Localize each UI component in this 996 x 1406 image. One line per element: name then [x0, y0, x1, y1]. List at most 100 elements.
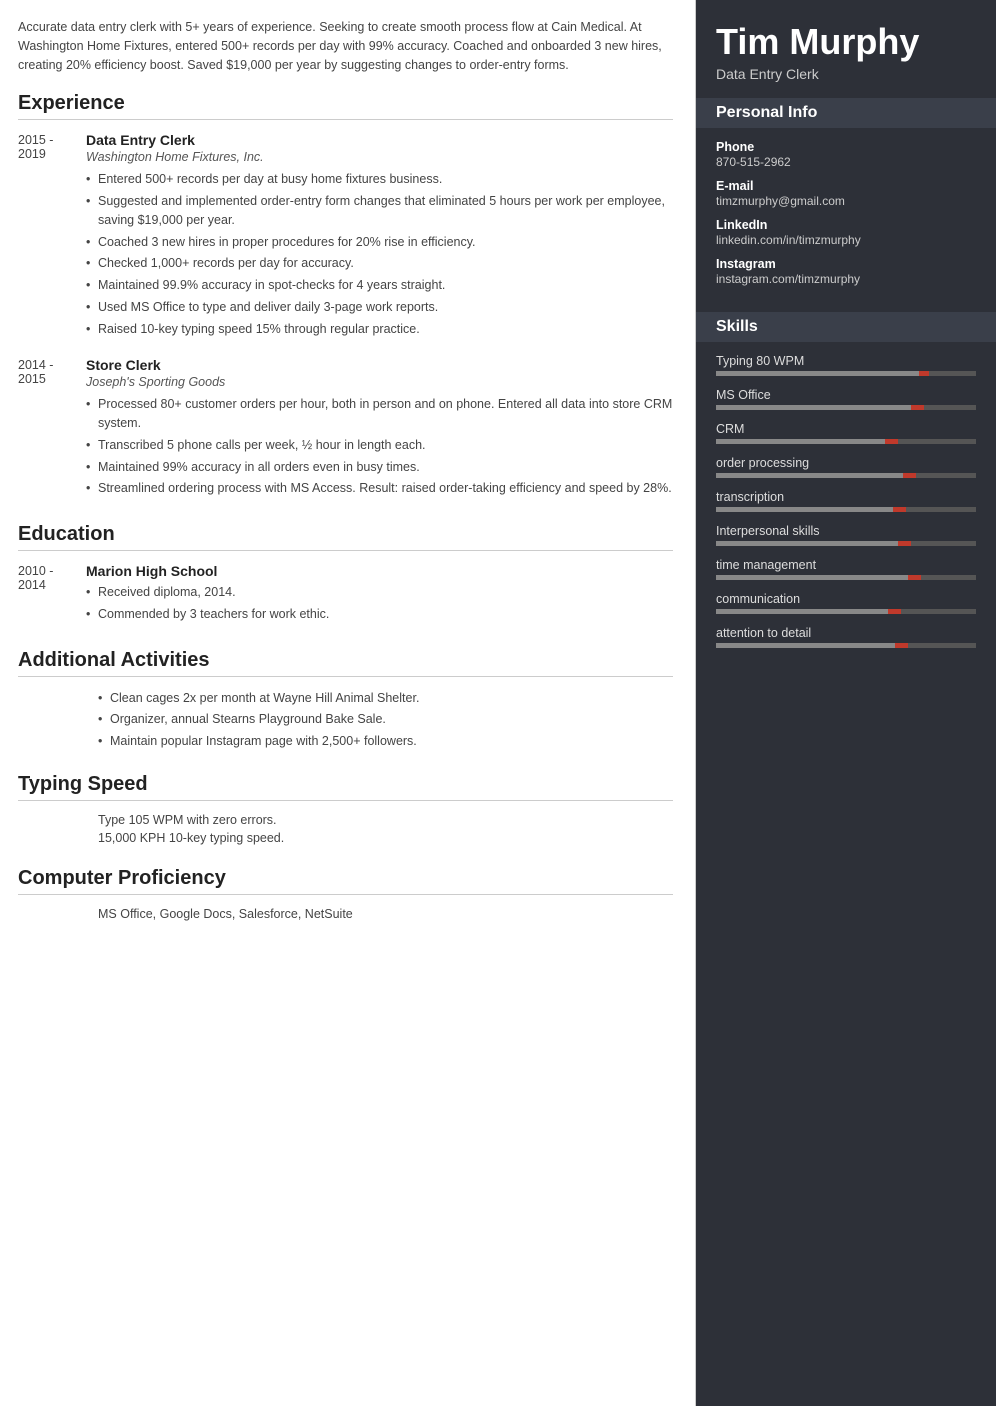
instagram-value: instagram.com/timzmurphy [716, 272, 976, 286]
exp-bullet: Processed 80+ customer orders per hour, … [86, 395, 673, 433]
linkedin-label: LinkedIn [716, 218, 976, 232]
candidate-title: Data Entry Clerk [716, 66, 976, 82]
activities-title: Additional Activities [18, 649, 673, 677]
exp-company: Joseph's Sporting Goods [86, 375, 673, 389]
skill-bar-accent [888, 609, 901, 614]
exp-bullet: Entered 500+ records per day at busy hom… [86, 170, 673, 189]
skill-item: order processing [716, 456, 976, 478]
skill-name: Interpersonal skills [716, 524, 976, 538]
skills-section: Skills Typing 80 WPM MS Office CRM order… [696, 312, 996, 676]
skill-name: Typing 80 WPM [716, 354, 976, 368]
skill-bar-fill [716, 405, 911, 410]
typing-item: 15,000 KPH 10-key typing speed. [98, 831, 673, 845]
skill-bar [716, 371, 976, 376]
skill-bar [716, 439, 976, 444]
skill-bar-accent [919, 371, 929, 376]
skill-bar [716, 405, 976, 410]
phone-value: 870-515-2962 [716, 155, 976, 169]
skill-item: communication [716, 592, 976, 614]
skill-bar-accent [885, 439, 898, 444]
activities-section: Additional Activities Clean cages 2x per… [18, 649, 673, 751]
skill-bar-accent [908, 575, 921, 580]
exp-bullet: Used MS Office to type and deliver daily… [86, 298, 673, 317]
skill-name: CRM [716, 422, 976, 436]
experience-section: Experience 2015 -2019 Data Entry Clerk W… [18, 92, 673, 501]
typing-item: Type 105 WPM with zero errors. [98, 813, 673, 827]
exp-company: Washington Home Fixtures, Inc. [86, 150, 673, 164]
exp-job-title: Data Entry Clerk [86, 132, 673, 148]
skill-bar-fill [716, 507, 893, 512]
typing-speed-section: Typing Speed Type 105 WPM with zero erro… [18, 773, 673, 845]
experience-item: 2015 -2019 Data Entry Clerk Washington H… [18, 132, 673, 341]
left-column: Accurate data entry clerk with 5+ years … [0, 0, 696, 1406]
skill-bar [716, 575, 976, 580]
skill-bar [716, 541, 976, 546]
exp-dates: 2014 -2015 [18, 357, 86, 501]
skill-bar-accent [895, 643, 908, 648]
exp-bullet: Suggested and implemented order-entry fo… [86, 192, 673, 230]
exp-bullet: Raised 10-key typing speed 15% through r… [86, 320, 673, 339]
skill-bar-fill [716, 439, 885, 444]
typing-speed-title: Typing Speed [18, 773, 673, 801]
skill-bar-accent [893, 507, 906, 512]
exp-bullets: Entered 500+ records per day at busy hom… [86, 170, 673, 338]
skill-bar-accent [898, 541, 911, 546]
skill-name: communication [716, 592, 976, 606]
exp-dates: 2015 -2019 [18, 132, 86, 341]
skill-bar-accent [903, 473, 916, 478]
exp-bullet: Transcribed 5 phone calls per week, ½ ho… [86, 436, 673, 455]
instagram-label: Instagram [716, 257, 976, 271]
phone-label: Phone [716, 140, 976, 154]
edu-bullet: Commended by 3 teachers for work ethic. [86, 605, 673, 624]
skill-bar [716, 507, 976, 512]
computer-section: Computer Proficiency MS Office, Google D… [18, 867, 673, 921]
skill-item: CRM [716, 422, 976, 444]
personal-info-section: Personal Info Phone 870-515-2962 E-mail … [696, 98, 996, 312]
experience-item: 2014 -2015 Store Clerk Joseph's Sporting… [18, 357, 673, 501]
exp-job-title: Store Clerk [86, 357, 673, 373]
education-item: 2010 -2014 Marion High School Received d… [18, 563, 673, 627]
skill-bar-fill [716, 575, 908, 580]
skill-bar-fill [716, 541, 898, 546]
skill-item: Typing 80 WPM [716, 354, 976, 376]
email-value: timzmurphy@gmail.com [716, 194, 976, 208]
skills-title: Skills [696, 312, 996, 342]
edu-bullets: Received diploma, 2014. Commended by 3 te… [86, 583, 673, 624]
exp-bullet: Maintained 99% accuracy in all orders ev… [86, 458, 673, 477]
skill-bar [716, 643, 976, 648]
candidate-name: Tim Murphy [716, 22, 976, 62]
name-block: Tim Murphy Data Entry Clerk [696, 0, 996, 98]
email-label: E-mail [716, 179, 976, 193]
computer-title: Computer Proficiency [18, 867, 673, 895]
exp-bullet: Streamlined ordering process with MS Acc… [86, 479, 673, 498]
skill-name: transcription [716, 490, 976, 504]
linkedin-value: linkedin.com/in/timzmurphy [716, 233, 976, 247]
edu-dates: 2010 -2014 [18, 563, 86, 627]
education-title: Education [18, 523, 673, 551]
exp-details: Data Entry Clerk Washington Home Fixture… [86, 132, 673, 341]
exp-bullet: Coached 3 new hires in proper procedures… [86, 233, 673, 252]
education-section: Education 2010 -2014 Marion High School … [18, 523, 673, 627]
edu-bullet: Received diploma, 2014. [86, 583, 673, 602]
skill-name: time management [716, 558, 976, 572]
activity-item: Maintain popular Instagram page with 2,5… [98, 732, 673, 751]
experience-title: Experience [18, 92, 673, 120]
skill-bar-accent [911, 405, 924, 410]
skill-bar [716, 609, 976, 614]
skill-bar-fill [716, 609, 888, 614]
skill-bar-fill [716, 371, 919, 376]
skill-name: order processing [716, 456, 976, 470]
edu-school: Marion High School [86, 563, 673, 579]
summary-text: Accurate data entry clerk with 5+ years … [18, 18, 673, 74]
skill-bar-fill [716, 473, 903, 478]
edu-details: Marion High School Received diploma, 201… [86, 563, 673, 627]
exp-bullet: Checked 1,000+ records per day for accur… [86, 254, 673, 273]
skill-item: transcription [716, 490, 976, 512]
computer-text: MS Office, Google Docs, Salesforce, NetS… [98, 907, 673, 921]
skill-item: time management [716, 558, 976, 580]
exp-bullets: Processed 80+ customer orders per hour, … [86, 395, 673, 498]
skill-name: attention to detail [716, 626, 976, 640]
skill-bar [716, 473, 976, 478]
skill-name: MS Office [716, 388, 976, 402]
skill-item: MS Office [716, 388, 976, 410]
